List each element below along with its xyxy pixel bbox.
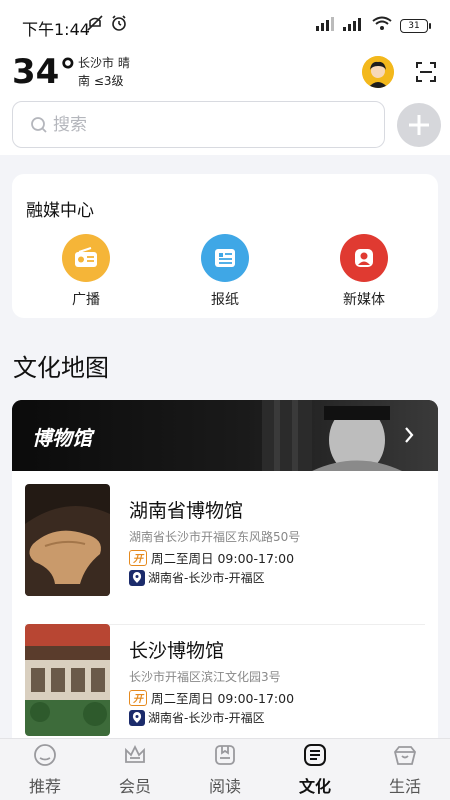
section-title-culture-map: 文化地图 [13,354,109,382]
book-icon [213,743,237,767]
new-media-icon [340,234,388,282]
search-input[interactable] [53,111,353,139]
battery-icon: 31 [400,18,431,33]
tab-label: 文化 [298,777,331,796]
search-icon [30,116,48,138]
tab-label: 生活 [388,777,421,796]
signal-hd-icon [312,16,334,35]
media-item-new-media[interactable]: 新媒体 [324,234,404,314]
status-time: 下午1:44 [22,20,90,39]
tab-life[interactable]: 生活 [360,739,450,800]
list-item[interactable]: 长沙博物馆 长沙市开福区滨江文化园3号 开 周二至周日 09:00-17:00 … [12,624,438,741]
media-item-newspaper[interactable]: 报纸 [185,234,265,314]
temperature: 34° [12,52,77,92]
chevron-right-icon [402,424,416,450]
museum-list: 湖南省博物馆 湖南省长沙市开福区东风路50号 开 周二至周日 09:00-17:… [12,471,438,741]
header-area: 下午1:44 31 34° 长沙市 晴 南 ≤3级 [0,0,450,155]
tab-label: 会员 [118,777,151,796]
signal-icon [342,16,364,35]
banner-label: 博物馆 [32,426,92,450]
tab-member[interactable]: 会员 [90,739,180,800]
tab-culture[interactable]: 文化 [270,739,360,800]
museum-hours: 周二至周日 09:00-17:00 [151,551,295,566]
crown-icon [123,743,147,767]
bottom-tab-bar: 推荐 会员 阅读 文化 生活 [0,738,450,800]
museum-thumbnail [25,484,110,596]
recommend-icon [33,743,57,767]
museum-address: 长沙市开福区滨江文化园3号 [129,670,281,684]
list-item[interactable]: 湖南省博物馆 湖南省长沙市开福区东风路50号 开 周二至周日 09:00-17:… [12,484,438,625]
life-icon [393,743,417,767]
location-pin-icon [129,569,145,586]
open-hours-icon: 开 [129,689,147,706]
avatar[interactable] [362,56,394,88]
add-button[interactable] [397,103,441,147]
location-pin-icon [129,709,145,726]
museum-name: 长沙博物馆 [129,640,225,662]
museum-hours: 周二至周日 09:00-17:00 [151,691,295,706]
weather-widget[interactable]: 34° 长沙市 晴 南 ≤3级 [12,52,212,92]
tab-recommend[interactable]: 推荐 [0,739,90,800]
media-center-title: 融媒中心 [26,201,94,221]
tab-read[interactable]: 阅读 [180,739,270,800]
museum-region: 湖南省-长沙市-开福区 [148,711,265,725]
open-hours-icon: 开 [129,549,147,566]
newspaper-icon [201,234,249,282]
culture-icon [303,743,327,767]
media-center-card: 融媒中心 广播 报纸 新媒体 [12,174,438,318]
museum-banner[interactable]: 博物馆 [12,400,438,471]
museum-name: 湖南省博物馆 [129,500,244,522]
media-item-label: 报纸 [211,292,239,308]
media-item-label: 新媒体 [343,292,385,308]
media-item-radio[interactable]: 广播 [46,234,126,314]
media-item-label: 广播 [72,292,100,308]
city-condition: 长沙市 晴 [78,56,130,70]
scan-icon[interactable] [414,60,438,84]
tab-label: 推荐 [28,777,61,796]
mute-icon [86,14,104,36]
search-bar[interactable] [12,101,385,148]
wifi-icon [372,16,392,35]
radio-icon [62,234,110,282]
museum-thumbnail [25,624,110,736]
museum-address: 湖南省长沙市开福区东风路50号 [129,530,301,544]
museum-region: 湖南省-长沙市-开福区 [148,571,265,585]
alarm-icon [110,14,128,36]
status-bar: 下午1:44 31 [0,0,450,50]
wind-info: 南 ≤3级 [78,74,124,88]
tab-label: 阅读 [208,777,241,796]
